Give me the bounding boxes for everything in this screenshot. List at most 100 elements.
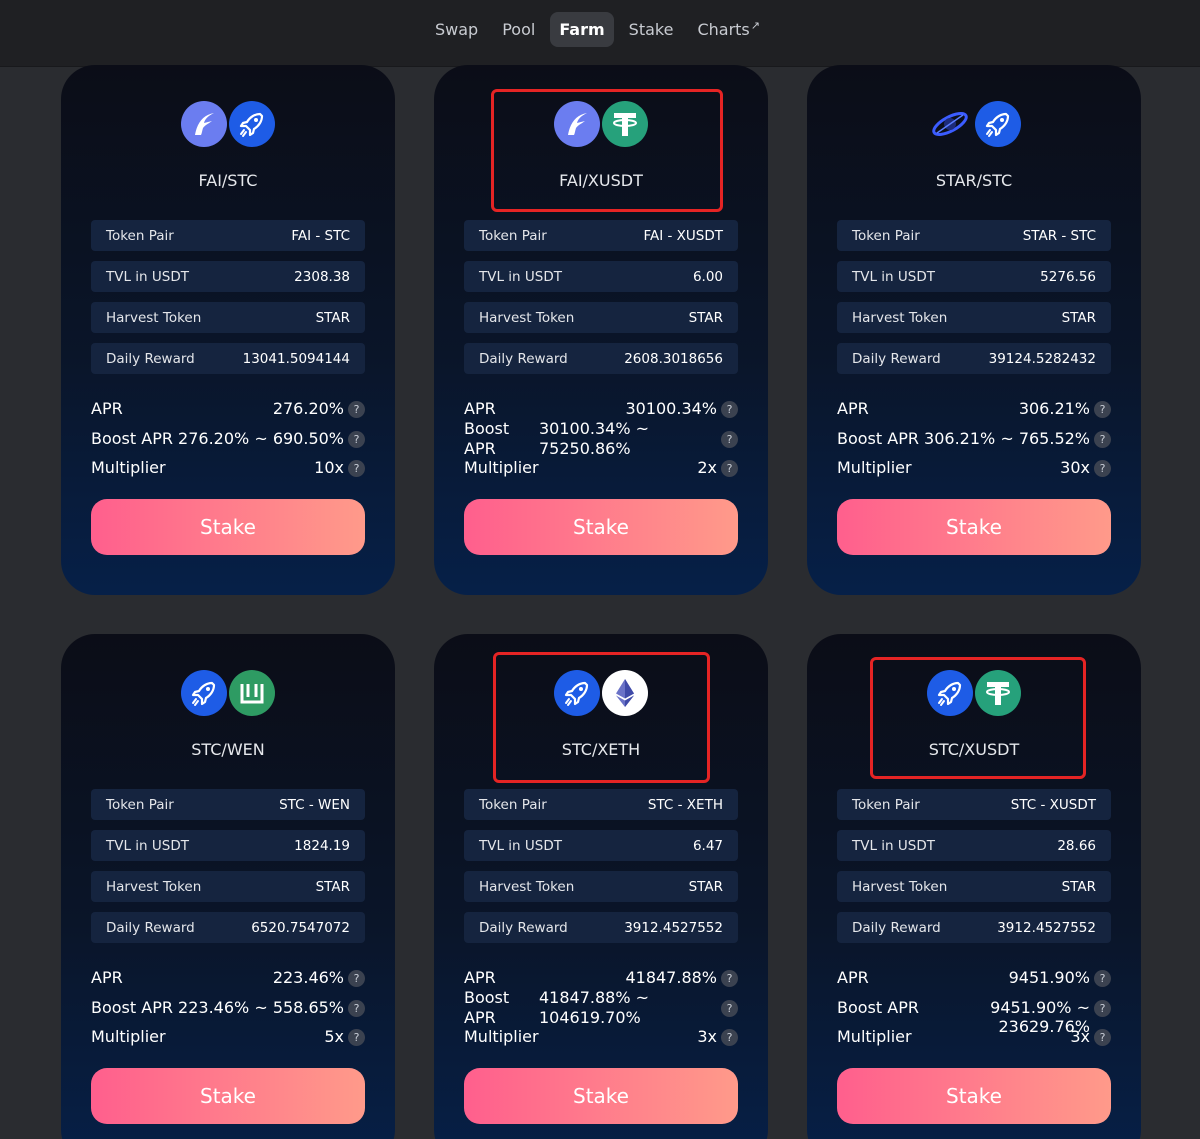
help-icon[interactable]: ? (721, 401, 738, 418)
multiplier-value: 3x (697, 1027, 717, 1046)
help-icon[interactable]: ? (348, 401, 365, 418)
token-pair-row-label: Token Pair (852, 796, 920, 813)
boost-apr-stat: Boost APR 41847.88% ~104619.70%? (464, 988, 738, 1028)
apr-value: 306.21% (1018, 399, 1090, 418)
token-pair-row: Token Pair STC - XETH (464, 789, 738, 820)
nav-charts[interactable]: Charts↗ (688, 12, 774, 47)
apr-value: 9451.90% (1008, 968, 1090, 987)
nav-swap[interactable]: Swap (426, 12, 487, 47)
stake-button[interactable]: Stake (91, 1068, 365, 1124)
stake-button[interactable]: Stake (91, 499, 365, 555)
pair-icons (61, 101, 395, 147)
daily-reward-row: Daily Reward 13041.5094144 (91, 343, 365, 374)
tvl-row-value: 6.47 (692, 837, 723, 854)
harvest-token-row-label: Harvest Token (479, 878, 575, 895)
help-icon[interactable]: ? (348, 431, 365, 448)
boost-apr-value: 41847.88% ~104619.70% (539, 988, 721, 1028)
help-icon[interactable]: ? (1094, 1029, 1111, 1046)
help-icon[interactable]: ? (721, 460, 738, 477)
pair-name: STC/WEN (191, 740, 265, 759)
pair-icons (61, 670, 395, 716)
apr-stat: APR 276.20%? (91, 399, 365, 418)
help-icon[interactable]: ? (1094, 1000, 1111, 1017)
pair-icons (807, 101, 1141, 147)
nav-stake[interactable]: Stake (620, 12, 683, 47)
harvest-token-row-value: STAR (1061, 878, 1096, 895)
boost-apr-value-line2: 104619.70% (539, 1008, 641, 1027)
token-pair-row-label: Token Pair (479, 227, 547, 244)
daily-reward-row-label: Daily Reward (852, 919, 941, 936)
stake-button[interactable]: Stake (464, 499, 738, 555)
nav-links: Swap Pool Farm Stake Charts↗ (0, 12, 1200, 47)
tvl-row-value: 5276.56 (1040, 268, 1096, 285)
help-icon[interactable]: ? (1094, 970, 1111, 987)
help-icon[interactable]: ? (348, 1000, 365, 1017)
nav-charts-label: Charts (697, 20, 750, 39)
harvest-token-row: Harvest Token STAR (464, 302, 738, 333)
help-icon[interactable]: ? (721, 431, 738, 448)
stc-rocket-icon (181, 670, 227, 716)
stake-button[interactable]: Stake (837, 1068, 1111, 1124)
help-icon[interactable]: ? (1094, 460, 1111, 477)
tvl-row: TVL in USDT 28.66 (837, 830, 1111, 861)
boost-apr-value-line2: 75250.86% (539, 439, 631, 458)
tvl-row-label: TVL in USDT (479, 837, 562, 854)
help-icon[interactable]: ? (1094, 431, 1111, 448)
nav-pool[interactable]: Pool (493, 12, 544, 47)
multiplier-stat: Multiplier 10x? (91, 458, 365, 477)
tvl-row-label: TVL in USDT (106, 837, 189, 854)
harvest-token-row-value: STAR (315, 309, 350, 326)
token-pair-row-label: Token Pair (106, 227, 174, 244)
boost-apr-value: 276.20% ~ 690.50% (178, 429, 344, 448)
tvl-row: TVL in USDT 1824.19 (91, 830, 365, 861)
boost-apr-value: 30100.34% ~75250.86% (539, 419, 721, 459)
harvest-token-row: Harvest Token STAR (91, 302, 365, 333)
apr-label: APR (91, 968, 123, 987)
daily-reward-row: Daily Reward 39124.5282432 (837, 343, 1111, 374)
tvl-row-label: TVL in USDT (852, 837, 935, 854)
apr-stat: APR 306.21%? (837, 399, 1111, 418)
daily-reward-row: Daily Reward 6520.7547072 (91, 912, 365, 943)
stake-button[interactable]: Stake (464, 1068, 738, 1124)
help-icon[interactable]: ? (721, 1029, 738, 1046)
nav-farm[interactable]: Farm (550, 12, 614, 47)
daily-reward-row: Daily Reward 3912.4527552 (464, 912, 738, 943)
token-pair-row: Token Pair FAI - STC (91, 220, 365, 251)
multiplier-value: 3x (1070, 1027, 1090, 1046)
token-pair-row-value: FAI - STC (291, 227, 350, 244)
tvl-row-value: 28.66 (1057, 837, 1096, 854)
boost-apr-stat: Boost APR 223.46% ~ 558.65%? (91, 998, 365, 1017)
help-icon[interactable]: ? (1094, 401, 1111, 418)
help-icon[interactable]: ? (348, 970, 365, 987)
daily-reward-row-label: Daily Reward (479, 919, 568, 936)
star-orbit-icon (927, 101, 973, 147)
harvest-token-row: Harvest Token STAR (464, 871, 738, 902)
harvest-token-row-value: STAR (688, 878, 723, 895)
apr-word: APR (464, 1008, 496, 1027)
daily-reward-row-value: 39124.5282432 (988, 350, 1096, 367)
harvest-token-row: Harvest Token STAR (91, 871, 365, 902)
tvl-row-value: 6.00 (692, 268, 723, 285)
pair-name: STAR/STC (935, 171, 1013, 190)
help-icon[interactable]: ? (348, 1029, 365, 1046)
stake-button[interactable]: Stake (837, 499, 1111, 555)
apr-label: APR (464, 399, 496, 418)
tvl-row-label: TVL in USDT (852, 268, 935, 285)
top-navbar: Swap Pool Farm Stake Charts↗ (0, 0, 1200, 67)
boost-apr-stat: Boost APR 276.20% ~ 690.50%? (91, 429, 365, 448)
token-pair-row-value: STC - WEN (279, 796, 350, 813)
boost-apr-stat: Boost APR 306.21% ~ 765.52%? (837, 429, 1111, 448)
token-pair-row-label: Token Pair (852, 227, 920, 244)
help-icon[interactable]: ? (721, 970, 738, 987)
tvl-row: TVL in USDT 5276.56 (837, 261, 1111, 292)
help-icon[interactable]: ? (721, 1000, 738, 1017)
boost-apr-label: Boost APR (91, 998, 173, 1017)
multiplier-stat: Multiplier 2x? (464, 458, 738, 477)
apr-stat: APR 30100.34%? (464, 399, 738, 418)
apr-label: APR (837, 968, 869, 987)
external-link-icon: ↗ (750, 19, 760, 32)
boost-word: Boost (464, 419, 510, 438)
daily-reward-row-label: Daily Reward (106, 350, 195, 367)
help-icon[interactable]: ? (348, 460, 365, 477)
boost-apr-label: Boost APR (837, 998, 919, 1017)
